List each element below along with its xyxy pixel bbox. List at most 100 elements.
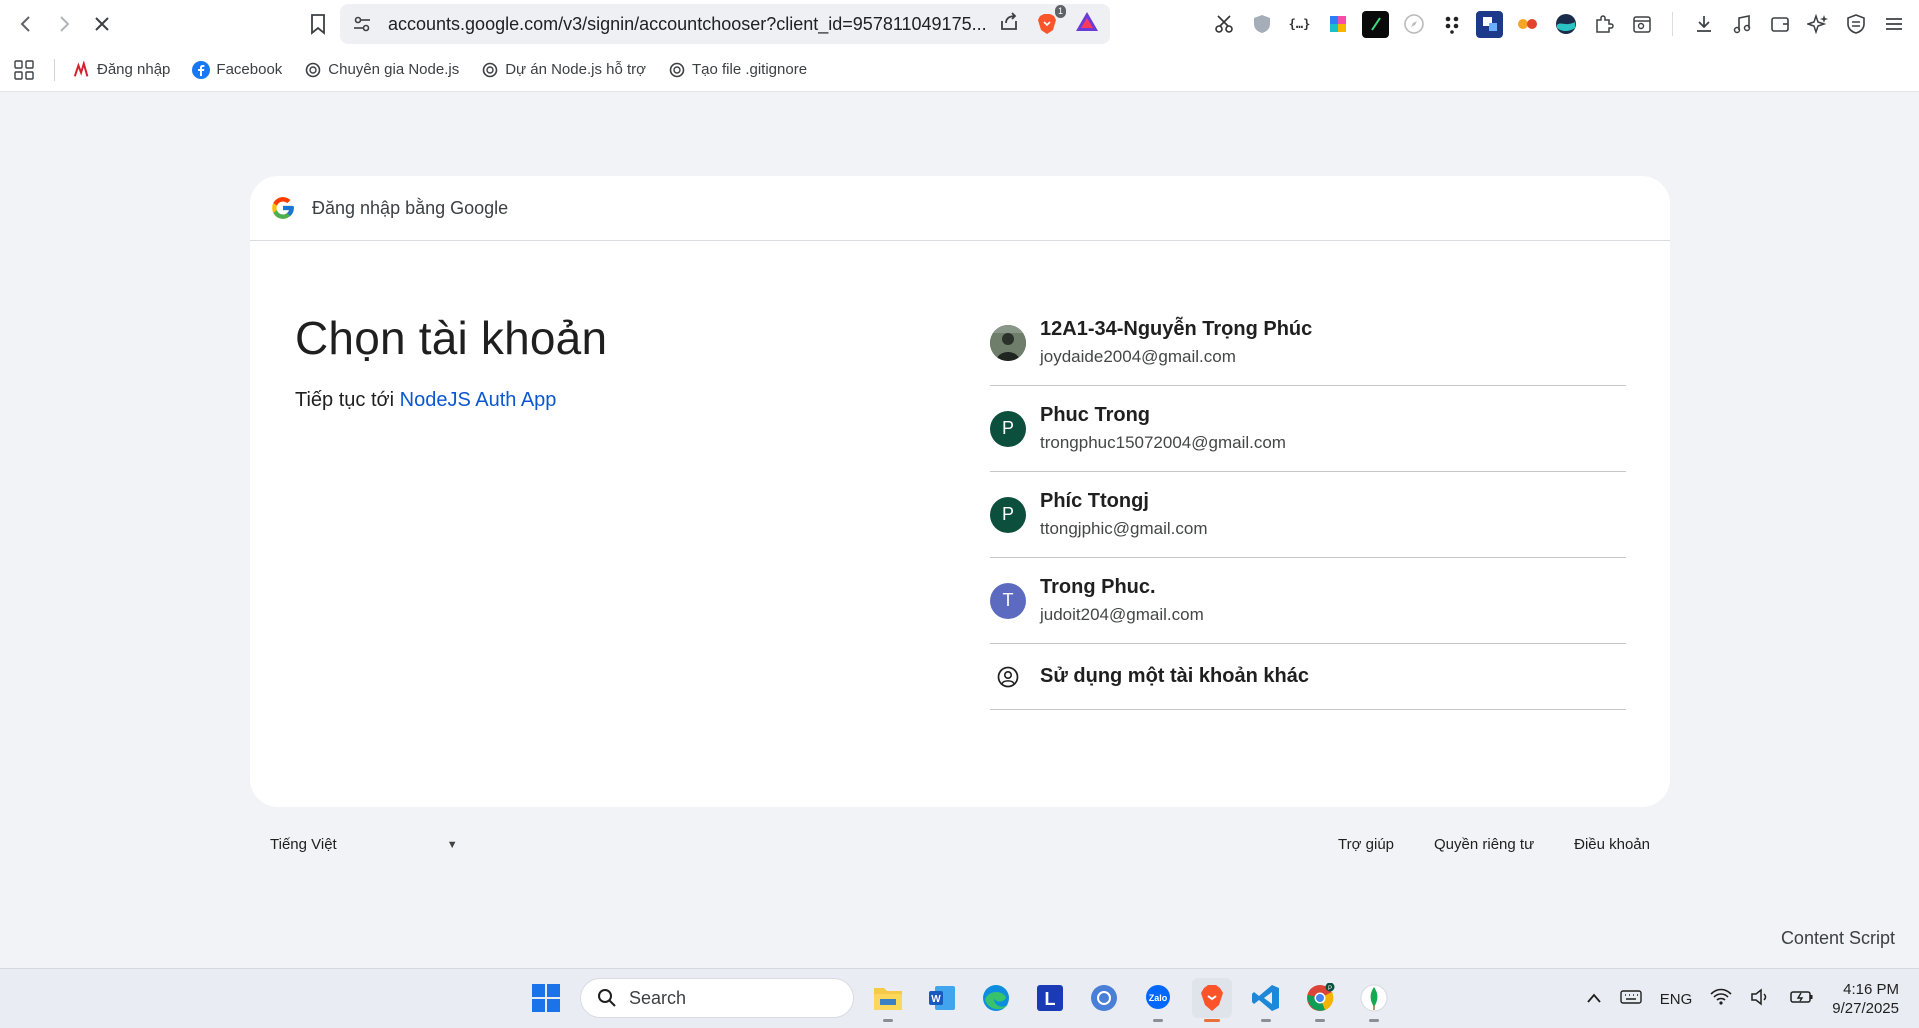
bookmark-label: Chuyên gia Node.js [328, 61, 460, 78]
openai-icon [304, 61, 322, 79]
leo-ai-icon[interactable] [1804, 11, 1831, 38]
chrome-profile-icon[interactable]: P [1300, 978, 1340, 1022]
clock-date: 9/27/2025 [1832, 1000, 1899, 1017]
stop-loading-button[interactable] [84, 6, 120, 42]
extensions-puzzle-icon[interactable] [1590, 11, 1617, 38]
share-icon[interactable] [998, 11, 1020, 38]
help-link[interactable]: Trợ giúp [1338, 836, 1394, 853]
fire-ext-icon[interactable] [1514, 11, 1541, 38]
address-bar[interactable]: accounts.google.com/v3/signin/accountcho… [340, 4, 1110, 44]
bookmark-du-an-nodejs[interactable]: Dự án Node.js hỗ trợ [481, 61, 646, 79]
clock[interactable]: 4:16 PM 9/27/2025 [1832, 980, 1899, 1018]
account-item[interactable]: T Trong Phuc. judoit204@gmail.com [990, 558, 1626, 644]
account-item[interactable]: P Phuc Trong trongphuc15072004@gmail.com [990, 386, 1626, 472]
back-button[interactable] [8, 6, 44, 42]
system-tray: ENG 4:16 PM 9/27/2025 [1586, 969, 1899, 1028]
account-list: 12A1-34-Nguyễn Trọng Phúc joydaide2004@g… [990, 300, 1626, 710]
bookmark-label: Facebook [216, 61, 283, 78]
footer-links: Trợ giúp Quyền riêng tư Điều khoản [1338, 836, 1650, 853]
brave-rewards-icon[interactable] [1074, 10, 1100, 39]
shield-ext-icon[interactable] [1248, 11, 1275, 38]
url-actions: 1 [998, 5, 1100, 39]
bookmark-facebook[interactable]: Facebook [192, 60, 283, 79]
account-chooser-card: Đăng nhập bằng Google Chọn tài khoản Tiế… [250, 176, 1670, 807]
reader-ext-icon[interactable] [1628, 11, 1655, 38]
account-text: Phuc Trong trongphuc15072004@gmail.com [1040, 404, 1286, 453]
google-logo-icon [272, 197, 294, 219]
avatar [990, 324, 1026, 361]
json-ext-icon[interactable]: {…} [1286, 11, 1313, 38]
forward-arrow-icon [60, 16, 70, 32]
vpn-shield-icon[interactable] [1842, 11, 1869, 38]
card-header-title: Đăng nhập bằng Google [312, 197, 509, 218]
terms-link[interactable]: Điều khoản [1574, 836, 1650, 853]
account-email: joydaide2004@gmail.com [1040, 347, 1236, 366]
terminal-ext-icon[interactable] [1362, 10, 1389, 38]
account-circle-icon [990, 659, 1026, 695]
apps-grid-icon[interactable] [12, 58, 36, 82]
taskbar: Search W L Zalo P ENG 4:16 PM 9/27/2025 [0, 968, 1919, 1028]
site-settings-icon[interactable] [350, 12, 374, 36]
brave-browser-icon[interactable] [1192, 978, 1232, 1022]
taskbar-search[interactable]: Search [580, 978, 854, 1018]
account-email: trongphuc15072004@gmail.com [1040, 433, 1286, 452]
wifi-icon[interactable] [1710, 988, 1732, 1010]
mongodb-icon[interactable] [1354, 978, 1394, 1022]
use-another-account-button[interactable]: Sử dụng một tài khoản khác [990, 644, 1626, 710]
url-text[interactable]: accounts.google.com/v3/signin/accountcho… [388, 14, 988, 35]
edge-icon[interactable] [976, 978, 1016, 1018]
running-indicator [1315, 1019, 1325, 1022]
bookmark-chuyen-gia-nodejs[interactable]: Chuyên gia Node.js [304, 61, 459, 79]
left-pane: Chọn tài khoản Tiếp tục tới NodeJS Auth … [295, 311, 607, 412]
dots-ext-icon[interactable] [1438, 11, 1465, 38]
compass-ext-icon[interactable] [1400, 11, 1427, 38]
bookmark-tao-file-gitignore[interactable]: Tạo file .gitignore [668, 61, 807, 79]
wallet-icon[interactable] [1766, 11, 1793, 38]
vscode-icon[interactable] [1246, 978, 1286, 1022]
chromium-icon[interactable] [1084, 978, 1124, 1018]
running-indicator [1153, 1019, 1163, 1022]
forward-button[interactable] [46, 6, 82, 42]
chevron-up-icon[interactable] [1586, 991, 1602, 1008]
translate-ext-icon[interactable] [1476, 10, 1503, 38]
account-email: judoit204@gmail.com [1040, 605, 1204, 624]
brave-shields-icon[interactable]: 1 [1034, 5, 1066, 37]
bookmark-page-button[interactable] [300, 6, 336, 42]
download-icon[interactable] [1690, 11, 1717, 38]
openai-icon [481, 61, 499, 79]
windows-start-icon[interactable] [526, 978, 566, 1018]
app-name-link[interactable]: NodeJS Auth App [400, 389, 557, 411]
bookmark-label: Dự án Node.js hỗ trợ [505, 61, 646, 78]
search-icon [598, 989, 616, 1007]
volume-icon[interactable] [1750, 988, 1772, 1010]
language-selector[interactable]: Tiếng Việt ▼ [270, 836, 458, 853]
account-text: 12A1-34-Nguyễn Trọng Phúc joydaide2004@g… [1040, 318, 1312, 367]
keyboard-icon[interactable] [1620, 989, 1642, 1009]
file-explorer-icon[interactable] [868, 978, 908, 1022]
menu-icon[interactable] [1880, 11, 1907, 38]
avatar: T [990, 582, 1026, 619]
extensions-row: {…} [1210, 0, 1919, 48]
privacy-link[interactable]: Quyền riêng tư [1434, 836, 1534, 853]
account-name: 12A1-34-Nguyễn Trọng Phúc [1040, 318, 1313, 340]
music-icon[interactable] [1728, 11, 1755, 38]
wave-ext-icon[interactable] [1552, 11, 1579, 38]
bookmark-dang-nhap[interactable]: Đăng nhập [73, 60, 170, 79]
account-item[interactable]: 12A1-34-Nguyễn Trọng Phúc joydaide2004@g… [990, 300, 1626, 386]
input-language[interactable]: ENG [1660, 991, 1693, 1008]
scissors-ext-icon[interactable] [1210, 11, 1237, 38]
battery-icon[interactable] [1790, 989, 1814, 1009]
account-text: Trong Phuc. judoit204@gmail.com [1040, 576, 1204, 625]
zalo-icon[interactable]: Zalo [1138, 978, 1178, 1022]
colorful-ext-icon[interactable] [1324, 11, 1351, 38]
page-footer: Tiếng Việt ▼ Trợ giúp Quyền riêng tư Điề… [250, 832, 1670, 860]
svg-text:P: P [1328, 986, 1332, 992]
account-item[interactable]: P Phíc Ttongj ttongjphic@gmail.com [990, 472, 1626, 558]
word-icon[interactable]: W [922, 978, 962, 1018]
avatar: P [990, 496, 1026, 533]
continue-to-line: Tiếp tục tới NodeJS Auth App [295, 389, 607, 412]
l-app-icon[interactable]: L [1030, 978, 1070, 1018]
page-title: Chọn tài khoản [295, 312, 608, 364]
browser-toolbar: accounts.google.com/v3/signin/accountcho… [0, 0, 1919, 48]
back-arrow-icon [20, 16, 30, 32]
